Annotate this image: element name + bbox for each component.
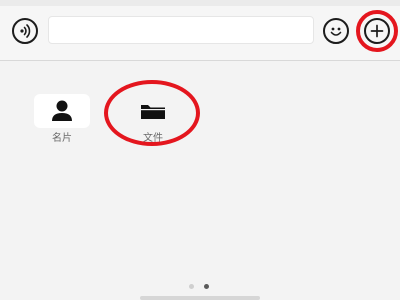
file-tile[interactable] — [125, 94, 181, 128]
business-card-tile[interactable] — [34, 94, 90, 128]
page-indicator — [186, 284, 214, 290]
business-card-label: 名片 — [52, 133, 72, 144]
chat-input-bar — [0, 0, 400, 61]
panel-item-business-card[interactable]: 名片 — [34, 94, 90, 145]
home-indicator — [140, 296, 260, 300]
page-dot-2-active[interactable] — [204, 284, 209, 289]
status-strip — [0, 0, 400, 6]
voice-button[interactable] — [12, 18, 38, 44]
panel-item-file[interactable]: 文件 — [125, 94, 181, 145]
more-functions-button[interactable] — [364, 18, 390, 44]
message-input[interactable] — [48, 16, 314, 44]
emoji-button[interactable] — [323, 18, 349, 44]
page-dot-1[interactable] — [189, 284, 194, 289]
file-label: 文件 — [143, 133, 163, 144]
